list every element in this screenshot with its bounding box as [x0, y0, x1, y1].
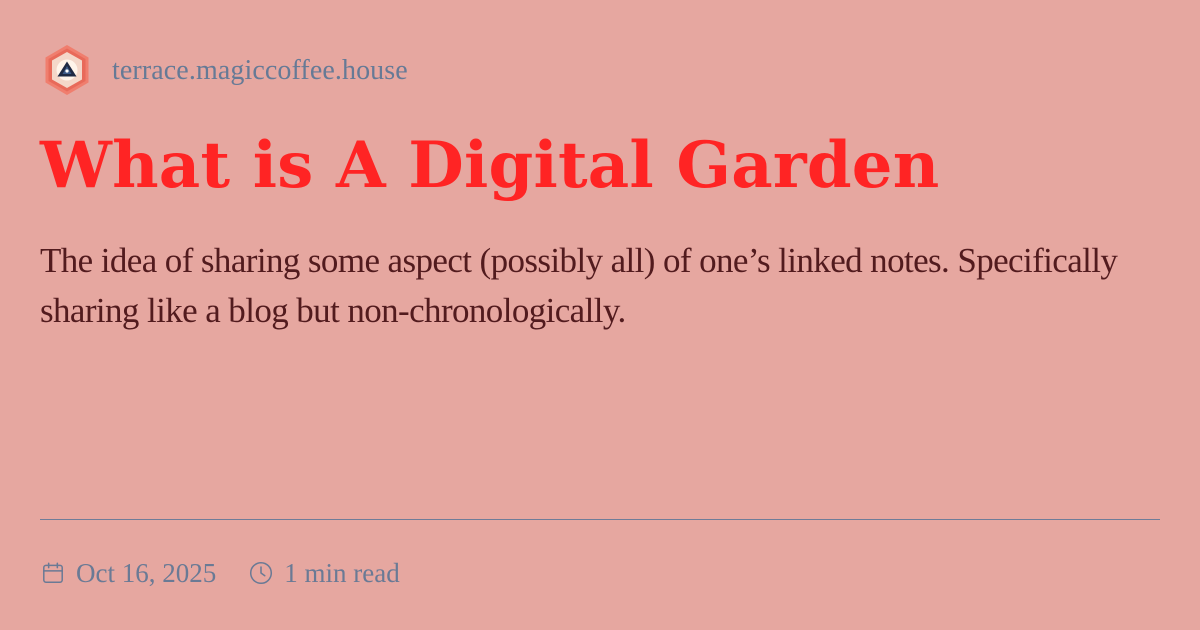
page-description: The idea of sharing some aspect (possibl… — [40, 241, 1118, 330]
post-date-text: Oct 16, 2025 — [76, 557, 217, 588]
site-name[interactable]: terrace.magiccoffee.house — [112, 55, 408, 87]
clock-icon — [250, 561, 273, 585]
divider — [40, 519, 1160, 520]
reading-time-text: 1 min read — [284, 557, 400, 588]
site-header[interactable]: terrace.magiccoffee.house — [40, 42, 408, 98]
calendar-icon — [43, 562, 63, 583]
hexagon-logo-icon — [45, 45, 89, 95]
post-date: Oct 16, 2025 — [40, 558, 216, 589]
social-card: terrace.magiccoffee.house What is A Digi… — [0, 0, 1200, 630]
page-title: What is A Digital Garden — [40, 128, 940, 203]
post-meta: Oct 16, 2025 1 min read — [40, 555, 400, 591]
reading-time: 1 min read — [248, 557, 400, 589]
